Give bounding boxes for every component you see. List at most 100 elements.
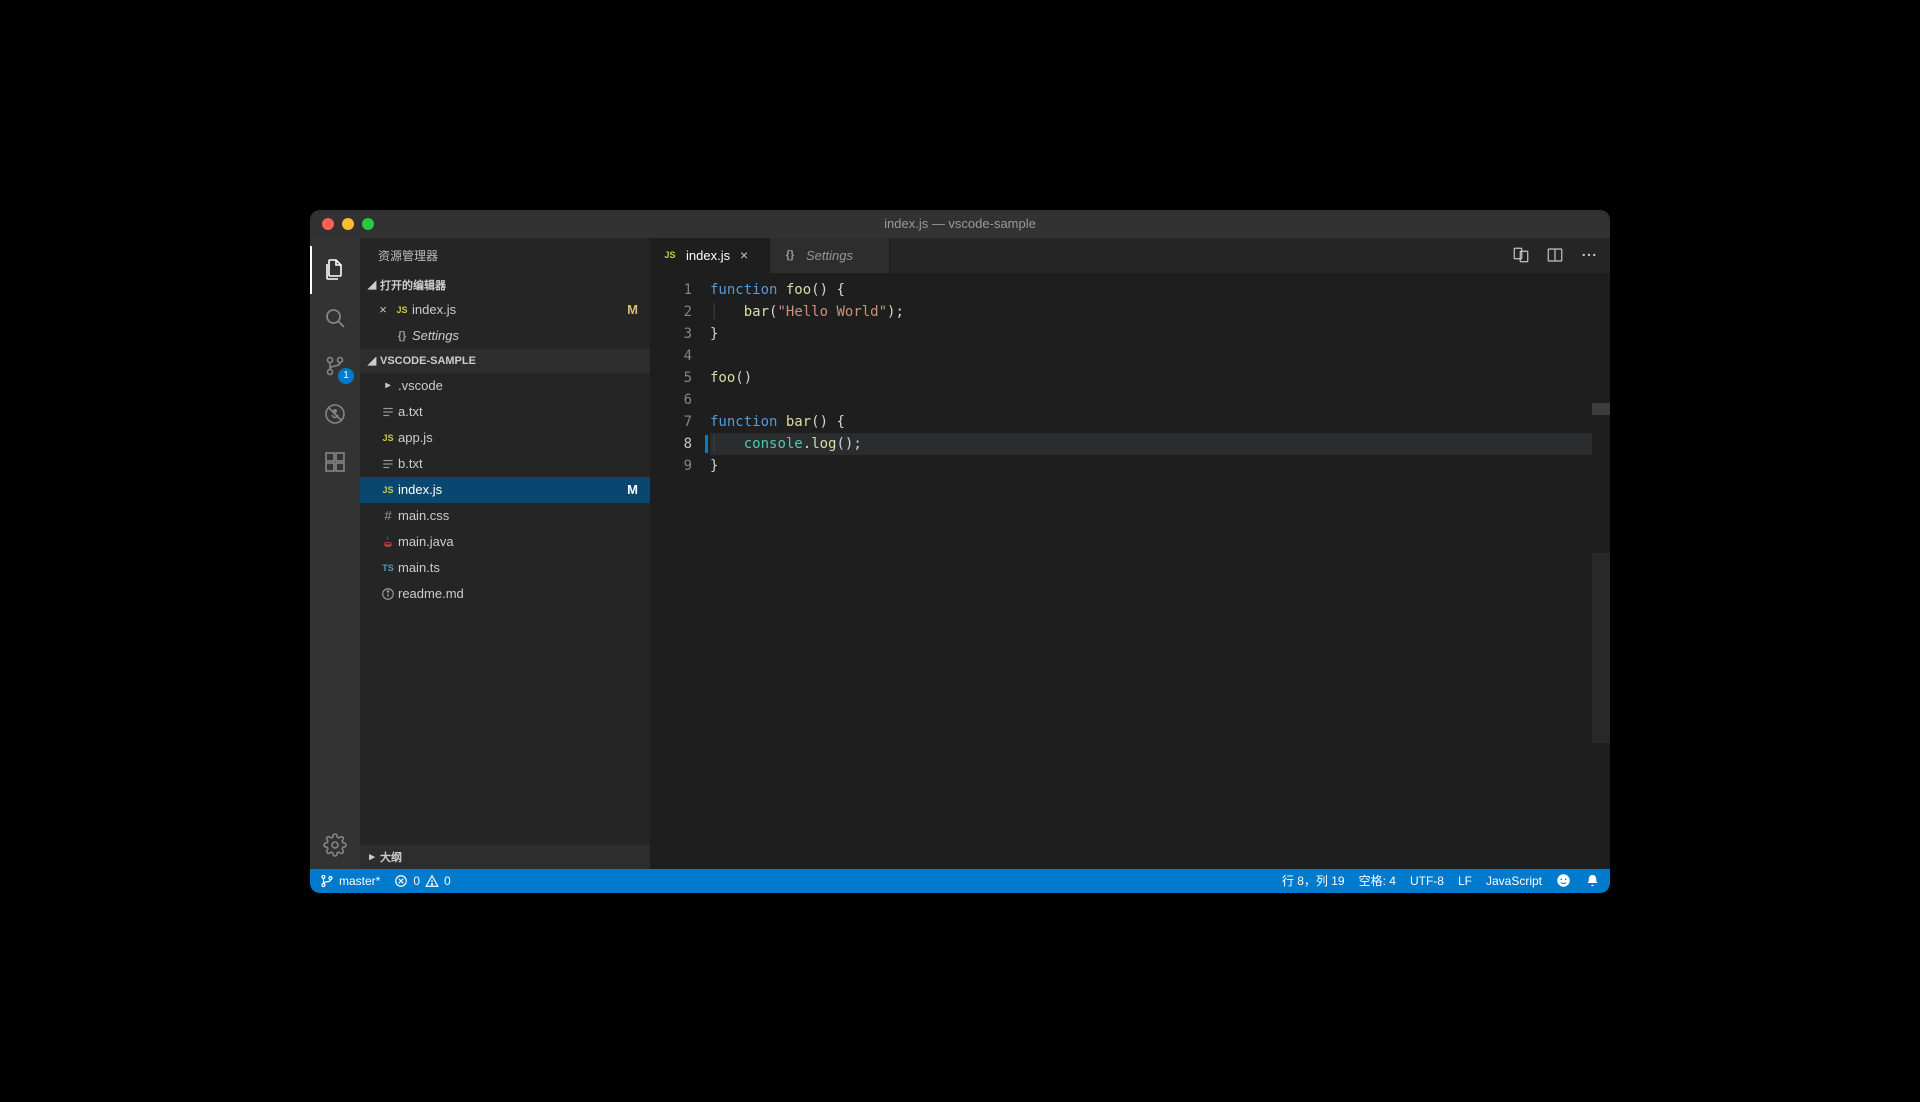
diff-icon	[1512, 246, 1530, 264]
file-name: Settings	[412, 328, 638, 343]
tab-label: index.js	[686, 248, 730, 263]
status-problems[interactable]: 0 0	[394, 874, 450, 888]
activity-explorer[interactable]	[310, 246, 360, 294]
file-name: index.js	[412, 302, 627, 317]
folder-header[interactable]: ◢ VSCODE-SAMPLE	[360, 349, 650, 373]
gear-icon	[323, 833, 347, 857]
file-item[interactable]: b.txt	[360, 451, 650, 477]
text-editor[interactable]: 123456789 function foo() {│ bar("Hello W…	[650, 273, 1610, 869]
editor-tab[interactable]: JS index.js ×	[650, 238, 770, 273]
titlebar[interactable]: index.js — vscode-sample	[310, 210, 1610, 238]
explorer-sidebar: 资源管理器 ◢ 打开的编辑器 ×JSindex.jsM{}Settings ◢ …	[360, 238, 650, 869]
line-number: 7	[650, 411, 692, 433]
chevron-down-icon: ◢	[364, 278, 380, 291]
search-icon	[323, 306, 347, 330]
status-eol[interactable]: LF	[1458, 874, 1472, 888]
branch-label: master*	[339, 874, 380, 888]
compare-changes-button[interactable]	[1512, 246, 1530, 264]
close-editor-button[interactable]: ×	[374, 302, 392, 317]
branch-icon	[320, 874, 334, 888]
line-number: 5	[650, 367, 692, 389]
file-type-icon	[378, 405, 398, 419]
file-item[interactable]: readme.md	[360, 581, 650, 607]
code-line[interactable]: }	[710, 323, 1592, 345]
chevron-right-icon: ▸	[364, 850, 380, 863]
code-line[interactable]: │ bar("Hello World");	[710, 301, 1592, 323]
status-branch[interactable]: master*	[320, 874, 380, 888]
file-item[interactable]: main.java	[360, 529, 650, 555]
line-number: 1	[650, 279, 692, 301]
maximize-window-button[interactable]	[362, 218, 374, 230]
file-type-icon: JS	[660, 250, 680, 260]
folder-name: VSCODE-SAMPLE	[380, 355, 476, 367]
file-item[interactable]: a.txt	[360, 399, 650, 425]
file-item[interactable]: JSindex.jsM	[360, 477, 650, 503]
line-number: 9	[650, 455, 692, 477]
activity-extensions[interactable]	[310, 438, 360, 486]
open-editor-item[interactable]: {}Settings	[360, 323, 650, 349]
status-notifications[interactable]	[1585, 873, 1600, 888]
split-editor-button[interactable]	[1546, 246, 1564, 264]
scm-badge: 1	[338, 368, 354, 384]
window: index.js — vscode-sample 1	[310, 210, 1610, 893]
activity-settings[interactable]	[310, 821, 360, 869]
open-editors-header[interactable]: ◢ 打开的编辑器	[360, 273, 650, 297]
code-line[interactable]: │ console.log();	[710, 433, 1592, 455]
close-window-button[interactable]	[322, 218, 334, 230]
minimize-window-button[interactable]	[342, 218, 354, 230]
folder-item[interactable]: ▸.vscode	[360, 373, 650, 399]
line-number: 4	[650, 345, 692, 367]
activity-debug[interactable]	[310, 390, 360, 438]
code-line[interactable]: foo()	[710, 367, 1592, 389]
activity-scm[interactable]: 1	[310, 342, 360, 390]
tab-bar: JS index.js × {}Settings×	[650, 238, 1610, 273]
file-item[interactable]: JSapp.js	[360, 425, 650, 451]
open-editor-item[interactable]: ×JSindex.jsM	[360, 297, 650, 323]
explorer-title: 资源管理器	[360, 238, 650, 273]
code-area[interactable]: function foo() {│ bar("Hello World");} fo…	[710, 273, 1592, 869]
status-indent[interactable]: 空格: 4	[1359, 872, 1396, 889]
error-count: 0	[413, 874, 420, 888]
close-tab-button[interactable]: ×	[736, 247, 752, 263]
more-actions-button[interactable]	[1580, 246, 1598, 264]
status-language[interactable]: JavaScript	[1486, 874, 1542, 888]
file-type-icon	[378, 535, 398, 549]
activity-search[interactable]	[310, 294, 360, 342]
line-number: 2	[650, 301, 692, 323]
file-name: readme.md	[398, 586, 638, 601]
minimap-viewport[interactable]	[1592, 553, 1610, 743]
file-status: M	[627, 302, 638, 317]
bell-icon	[1585, 873, 1600, 888]
file-name: main.css	[398, 508, 638, 523]
debug-icon	[323, 402, 347, 426]
file-name: main.ts	[398, 560, 638, 575]
status-cursor[interactable]: 行 8，列 19	[1282, 872, 1345, 889]
line-number: 8	[650, 433, 692, 455]
ellipsis-icon	[1580, 246, 1598, 264]
code-line[interactable]: }	[710, 455, 1592, 477]
file-item[interactable]: #main.css	[360, 503, 650, 529]
file-type-icon: JS	[378, 433, 398, 443]
file-name: app.js	[398, 430, 638, 445]
modified-line-indicator	[705, 435, 708, 453]
warning-count: 0	[444, 874, 451, 888]
files-icon	[323, 258, 347, 282]
code-line[interactable]: function bar() {	[710, 411, 1592, 433]
code-line[interactable]	[710, 345, 1592, 367]
line-number: 3	[650, 323, 692, 345]
outline-header[interactable]: ▸ 大纲	[360, 845, 650, 869]
code-line[interactable]	[710, 389, 1592, 411]
warning-icon	[425, 874, 439, 888]
editor-tab[interactable]: {}Settings×	[770, 238, 890, 273]
status-encoding[interactable]: UTF-8	[1410, 874, 1444, 888]
split-icon	[1546, 246, 1564, 264]
outline-label: 大纲	[380, 849, 402, 865]
file-name: main.java	[398, 534, 638, 549]
code-line[interactable]: function foo() {	[710, 279, 1592, 301]
line-number: 6	[650, 389, 692, 411]
minimap[interactable]	[1592, 273, 1610, 869]
window-title: index.js — vscode-sample	[884, 216, 1036, 231]
status-feedback[interactable]	[1556, 873, 1571, 888]
tab-label: Settings	[806, 248, 853, 263]
file-item[interactable]: TSmain.ts	[360, 555, 650, 581]
